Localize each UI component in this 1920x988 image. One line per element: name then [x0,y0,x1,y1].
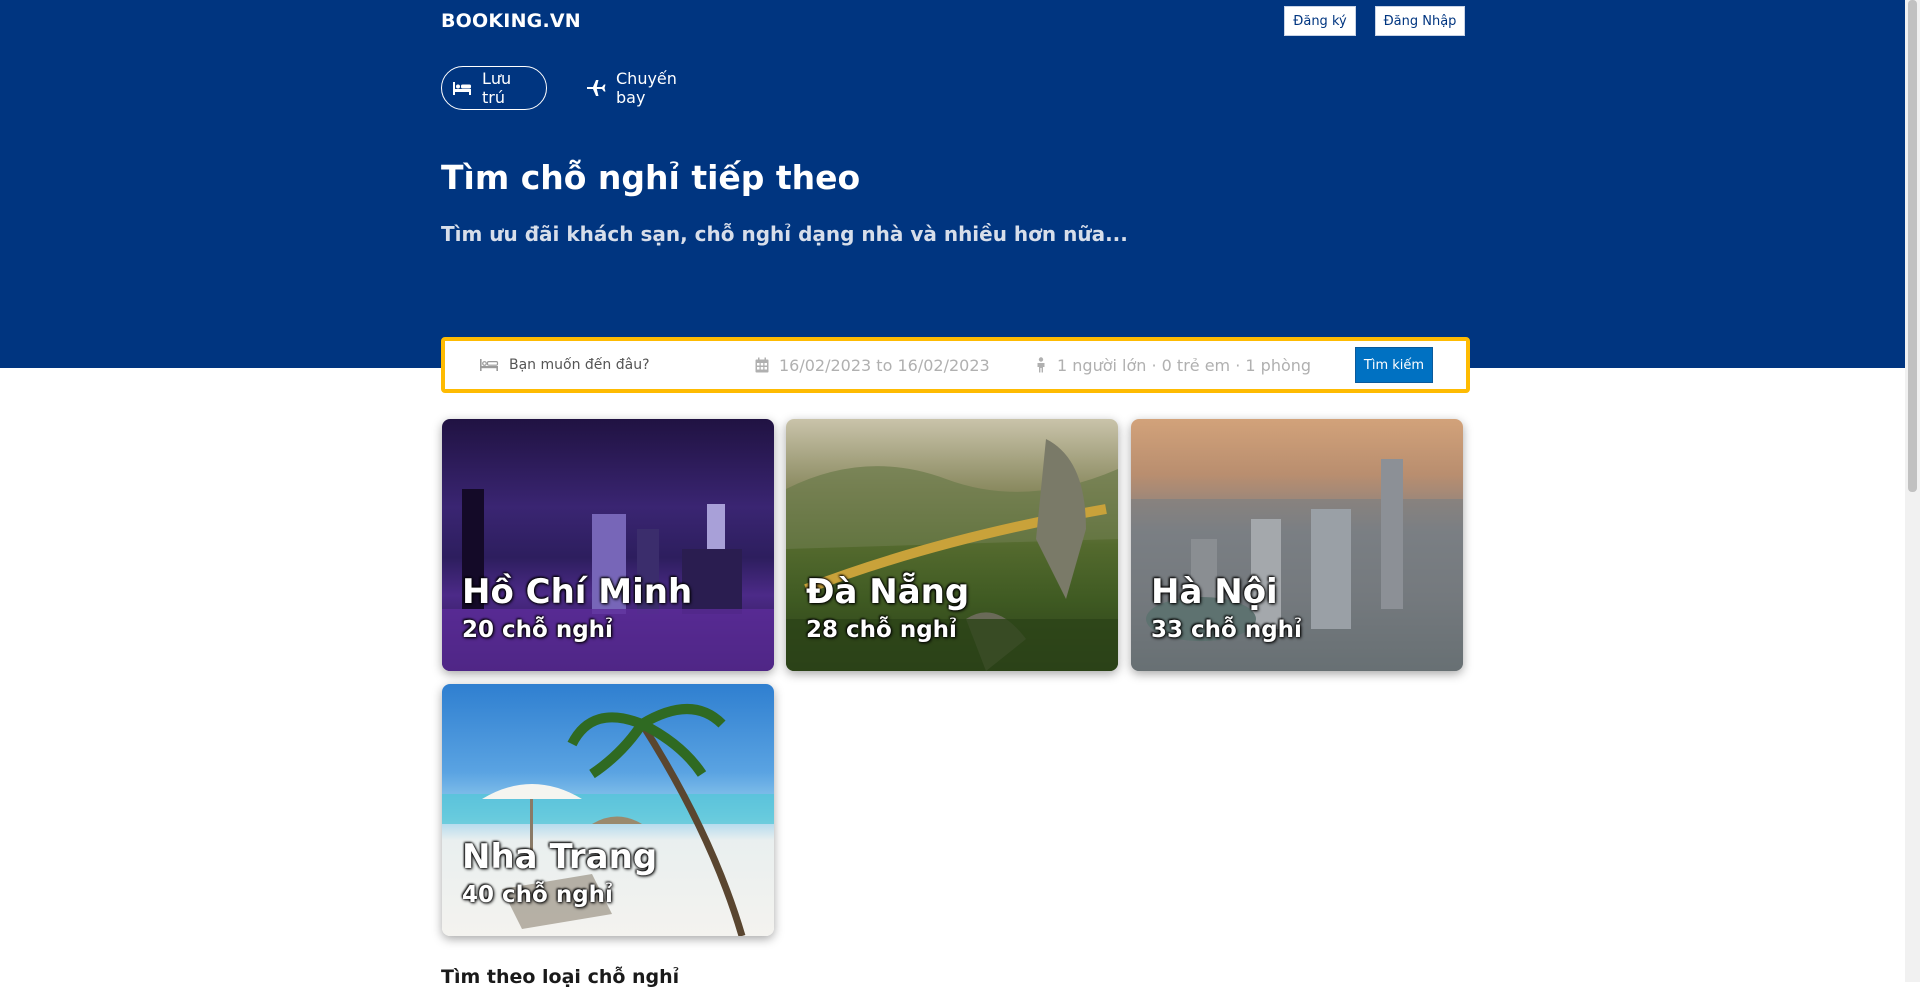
register-button[interactable]: Đăng ký [1284,6,1356,36]
tab-stay[interactable]: Lưu trú [441,66,547,110]
bed-icon [480,359,499,371]
hero-subtitle: Tìm ưu đãi khách sạn, chỗ nghỉ dạng nhà … [441,222,1128,246]
destination-name: Hà Nội [1151,572,1278,612]
brand-logo[interactable]: BOOKING.VN [441,10,581,32]
login-button[interactable]: Đăng Nhập [1375,6,1465,36]
destination-input[interactable] [509,357,709,373]
tab-stay-label: Lưu trú [482,69,512,107]
calendar-icon [755,357,769,373]
destination-count: 28 chỗ nghỉ [806,617,957,643]
hero-banner [0,0,1905,368]
destination-card-ha-noi[interactable]: Hà Nội 33 chỗ nghỉ [1131,419,1463,671]
property-type-section-title: Tìm theo loại chỗ nghỉ [441,966,680,988]
search-button[interactable]: Tìm kiếm [1355,347,1433,383]
hero-title: Tìm chỗ nghỉ tiếp theo [441,158,861,197]
person-icon [1037,357,1045,373]
guests-text: 1 người lớn · 0 trẻ em · 1 phòng [1057,355,1312,375]
plane-icon [587,80,606,96]
date-field[interactable]: 16/02/2023 to 16/02/2023 [755,356,990,375]
destination-card-nha-trang[interactable]: Nha Trang 40 chỗ nghỉ [442,684,774,936]
destination-card-da-nang[interactable]: Đà Nẵng 28 chỗ nghỉ [786,419,1118,671]
date-range-text: 16/02/2023 to 16/02/2023 [779,355,990,375]
search-bar: 16/02/2023 to 16/02/2023 1 người lớn · 0… [441,337,1470,393]
tab-flight-label: Chuyến bay [616,69,677,107]
tab-flight[interactable]: Chuyến bay [576,66,706,110]
page-scrollbar-thumb[interactable] [1908,0,1917,492]
destination-field[interactable] [479,357,709,373]
destination-name: Hồ Chí Minh [462,572,693,612]
destination-name: Nha Trang [462,837,658,877]
bed-icon [453,82,471,95]
destination-name: Đà Nẵng [806,572,970,612]
guests-field[interactable]: 1 người lớn · 0 trẻ em · 1 phòng [1035,356,1311,375]
destination-count: 40 chỗ nghỉ [462,882,613,908]
destination-count: 20 chỗ nghỉ [462,617,613,643]
destination-count: 33 chỗ nghỉ [1151,617,1302,643]
destination-card-ho-chi-minh[interactable]: Hồ Chí Minh 20 chỗ nghỉ [442,419,774,671]
